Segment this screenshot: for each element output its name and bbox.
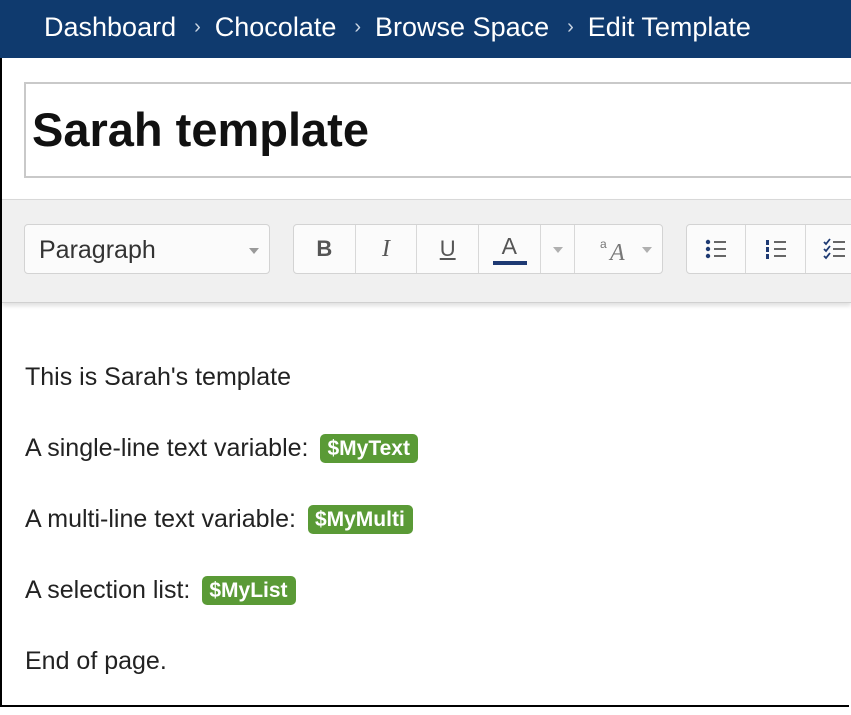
paragraph-multi-line: A multi-line text variable: $MyMulti xyxy=(25,502,418,573)
chevron-down-icon xyxy=(249,248,259,254)
paragraph-style-select[interactable]: Paragraph xyxy=(24,224,270,274)
text-format-group: B I U A a A xyxy=(293,224,663,274)
variable-mytext[interactable]: $MyText xyxy=(320,434,418,463)
chevron-down-icon xyxy=(642,247,653,253)
breadcrumb-chocolate[interactable]: Chocolate xyxy=(215,12,337,43)
paragraph-style-label: Paragraph xyxy=(39,236,156,264)
numbered-list-icon xyxy=(765,240,786,259)
bullet-list-icon xyxy=(705,239,727,259)
svg-text:A: A xyxy=(608,240,625,264)
breadcrumb-bar: Dashboard › Chocolate › Browse Space › E… xyxy=(0,0,851,58)
paragraph-end: End of page. xyxy=(25,644,418,715)
underline-icon: U xyxy=(439,236,456,261)
variable-mymulti[interactable]: $MyMulti xyxy=(307,505,413,534)
task-list-button[interactable] xyxy=(806,225,851,273)
page-title: Sarah template xyxy=(32,103,369,156)
format-text-icon: a A xyxy=(600,237,625,264)
text-color-swatch xyxy=(493,261,528,265)
italic-icon: I xyxy=(382,235,390,262)
intro-text: This is Sarah's template xyxy=(25,363,291,391)
multi-line-label: A multi-line text variable: xyxy=(25,505,296,533)
title-input[interactable]: Sarah template xyxy=(24,82,851,178)
end-text: End of page. xyxy=(25,647,167,675)
bold-icon: B xyxy=(316,236,333,261)
editor-content[interactable]: This is Sarah's template A single-line t… xyxy=(25,360,418,715)
chevron-right-icon: › xyxy=(567,16,574,38)
breadcrumb-browse-space[interactable]: Browse Space xyxy=(375,12,549,43)
bullet-list-button[interactable] xyxy=(687,225,747,273)
chevron-right-icon: › xyxy=(354,16,362,38)
chevron-down-icon xyxy=(552,247,563,253)
single-line-label: A single-line text variable: xyxy=(25,434,309,462)
svg-text:a: a xyxy=(600,237,607,251)
more-formatting-button[interactable]: a A xyxy=(575,225,663,273)
variable-mylist[interactable]: $MyList xyxy=(202,576,296,605)
paragraph-intro: This is Sarah's template xyxy=(25,360,418,431)
breadcrumb: Dashboard › Chocolate › Browse Space › E… xyxy=(44,12,751,43)
task-list-icon xyxy=(823,238,846,260)
text-color-icon: A xyxy=(501,232,518,259)
chevron-right-icon: › xyxy=(194,16,201,38)
text-color-dropdown[interactable] xyxy=(541,225,575,273)
editor-toolbar: Paragraph B I U A a A xyxy=(2,199,851,303)
selection-list-label: A selection list: xyxy=(25,576,191,604)
text-color-button[interactable]: A xyxy=(479,225,541,273)
paragraph-single-line: A single-line text variable: $MyText xyxy=(25,431,418,502)
breadcrumb-dashboard[interactable]: Dashboard xyxy=(44,12,176,43)
bold-button[interactable]: B xyxy=(294,225,356,273)
italic-button[interactable]: I xyxy=(356,225,418,273)
paragraph-selection-list: A selection list: $MyList xyxy=(25,573,418,644)
list-format-group xyxy=(686,224,851,274)
breadcrumb-edit-template[interactable]: Edit Template xyxy=(588,12,751,43)
numbered-list-button[interactable] xyxy=(746,225,806,273)
underline-button[interactable]: U xyxy=(417,225,480,273)
